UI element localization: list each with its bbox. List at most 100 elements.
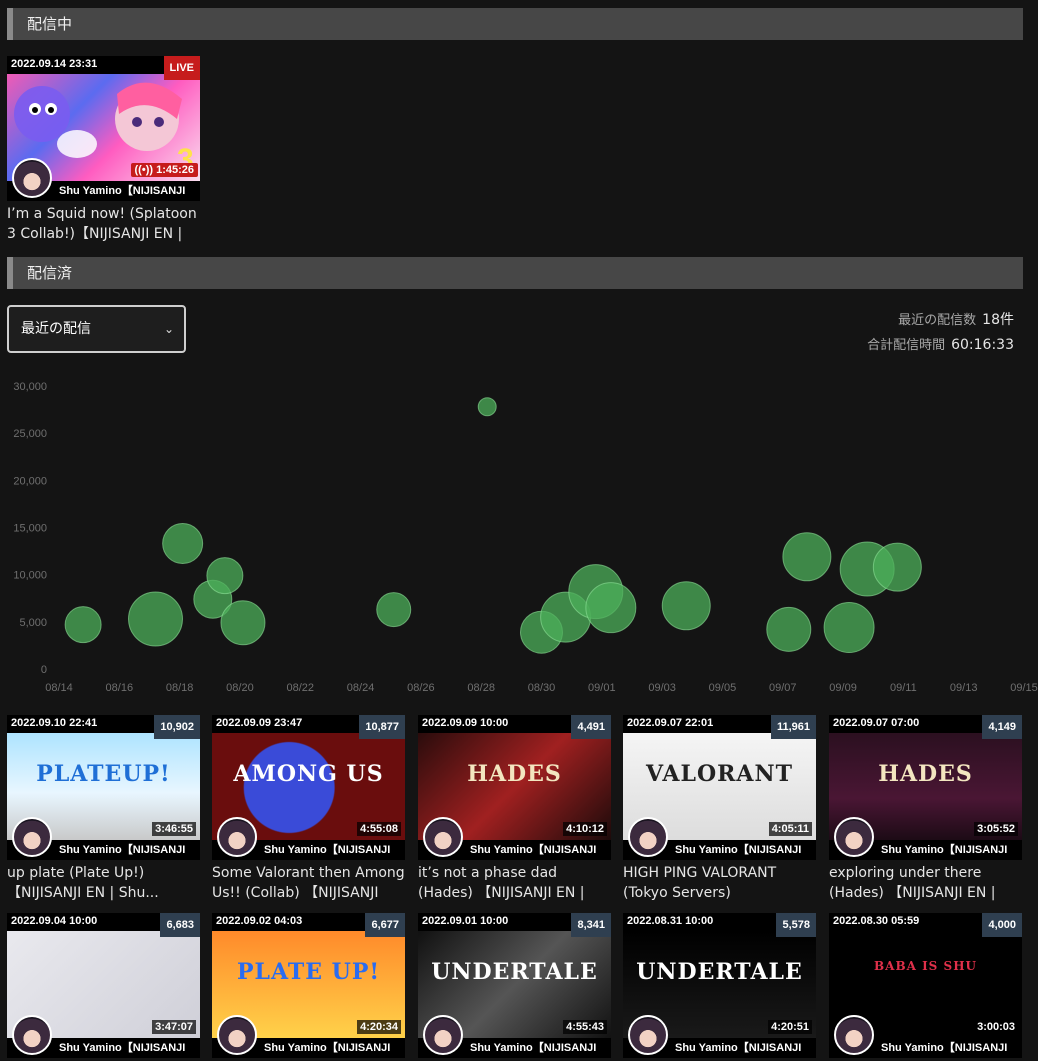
channel-name[interactable]: Shu Yamino【NIJISANJI (59, 841, 199, 857)
stream-bubble[interactable] (823, 601, 875, 653)
video-card[interactable]: HADES 2022.09.09 10:00 4,491 4:10:12 Shu… (418, 715, 611, 903)
video-date: 2022.09.09 23:47 (216, 717, 303, 729)
recent-count-value: 18件 (982, 312, 1014, 328)
x-tick-label: 09/15 (1010, 682, 1038, 694)
video-title[interactable]: up plate (Plate Up!) 【NIJISANJI EN | Shu… (7, 863, 200, 903)
stream-bubble[interactable] (206, 557, 244, 595)
video-duration: 3:47:07 (152, 1020, 196, 1034)
channel-name[interactable]: Shu Yamino【NIJISANJI (881, 841, 1021, 857)
video-date: 2022.09.10 22:41 (11, 717, 98, 729)
stream-date: 2022.09.14 23:31 (11, 58, 98, 70)
x-tick-label: 09/13 (950, 682, 978, 694)
video-thumbnail[interactable]: UNDERTALE 2022.08.31 10:00 5,578 4:20:51… (623, 913, 816, 1058)
y-tick-label: 25,000 (13, 428, 47, 440)
video-thumbnail[interactable]: BABA IS SHU 2022.08.30 05:59 4,000 3:00:… (829, 913, 1022, 1058)
stream-bubble[interactable] (661, 581, 711, 631)
channel-name[interactable]: Shu Yamino【NIJISANJI (881, 1039, 1021, 1055)
x-tick-label: 08/20 (226, 682, 254, 694)
channel-avatar[interactable] (12, 158, 52, 198)
channel-avatar[interactable] (628, 817, 668, 857)
video-thumbnail[interactable]: PLATEUP! 2022.09.10 22:41 10,902 3:46:55… (7, 715, 200, 860)
x-tick-label: 08/14 (45, 682, 73, 694)
video-date: 2022.08.30 05:59 (833, 915, 920, 927)
channel-avatar[interactable] (12, 817, 52, 857)
video-card[interactable]: BABA IS SHU 2022.08.30 05:59 4,000 3:00:… (829, 913, 1022, 1058)
channel-name[interactable]: Shu Yamino【NIJISANJI (470, 1039, 610, 1055)
sort-select[interactable]: 最近の配信 ⌄ (7, 305, 186, 353)
video-thumbnail[interactable]: HADES 2022.09.09 10:00 4,491 4:10:12 Shu… (418, 715, 611, 860)
stream-bubble[interactable] (64, 606, 102, 644)
video-card[interactable]: HADES 2022.09.07 07:00 4,149 3:05:52 Shu… (829, 715, 1022, 903)
stream-bubble[interactable] (782, 532, 832, 582)
view-count-badge: 4,149 (982, 715, 1022, 739)
video-thumbnail[interactable]: VALORANT 2022.09.07 22:01 11,961 4:05:11… (623, 715, 816, 860)
video-card[interactable]: PLATEUP! 2022.09.10 22:41 10,902 3:46:55… (7, 715, 200, 903)
video-card[interactable]: VALORANT 2022.09.07 22:01 11,961 4:05:11… (623, 715, 816, 903)
video-date: 2022.08.31 10:00 (627, 915, 714, 927)
stream-bubble[interactable] (220, 600, 266, 646)
video-thumbnail[interactable]: PLATE UP! 2022.09.02 04:03 6,677 4:20:34… (212, 913, 405, 1058)
x-tick-label: 09/09 (829, 682, 857, 694)
video-title[interactable]: exploring under there (Hades) 【NIJISANJI… (829, 863, 1022, 903)
y-tick-label: 30,000 (13, 381, 47, 393)
video-title[interactable]: it’s not a phase dad (Hades) 【NIJISANJI … (418, 863, 611, 903)
stream-bubble[interactable] (766, 606, 812, 652)
channel-avatar[interactable] (628, 1015, 668, 1055)
x-tick-label: 08/26 (407, 682, 435, 694)
channel-avatar[interactable] (217, 817, 257, 857)
live-stream-thumbnail[interactable]: 3 2022.09.14 23:31 LIVE ((•)) 1:45:26 Sh… (7, 56, 200, 201)
channel-name[interactable]: Shu Yamino【NIJISANJI (675, 841, 815, 857)
x-tick-label: 09/11 (890, 682, 917, 694)
recent-count-row: 最近の配信数 18件 (867, 308, 1014, 333)
channel-avatar[interactable] (12, 1015, 52, 1055)
video-duration: 4:10:12 (563, 822, 607, 836)
video-thumbnail[interactable]: HADES 2022.09.07 07:00 4,149 3:05:52 Shu… (829, 715, 1022, 860)
view-count-badge: 4,000 (982, 913, 1022, 937)
stream-bubble[interactable] (162, 523, 204, 565)
video-duration: 4:20:51 (768, 1020, 812, 1034)
stream-bubble[interactable] (477, 397, 497, 417)
video-card[interactable]: 2022.09.04 10:00 6,683 3:47:07 Shu Yamin… (7, 913, 200, 1058)
live-section-title: 配信中 (27, 15, 73, 33)
x-tick-label: 08/24 (347, 682, 375, 694)
video-thumbnail[interactable]: AMONG US 2022.09.09 23:47 10,877 4:55:08… (212, 715, 405, 860)
x-tick-label: 09/03 (648, 682, 676, 694)
video-title[interactable]: HIGH PING VALORANT (Tokyo Servers) (623, 863, 816, 903)
channel-name[interactable]: Shu Yamino【NIJISANJI (675, 1039, 815, 1055)
video-duration: 3:00:03 (974, 1020, 1018, 1034)
channel-name[interactable]: Shu Yamino【NIJISANJI (470, 841, 610, 857)
channel-avatar[interactable] (834, 1015, 874, 1055)
channel-avatar[interactable] (423, 817, 463, 857)
video-duration: 4:20:34 (357, 1020, 401, 1034)
video-card[interactable]: UNDERTALE 2022.08.31 10:00 5,578 4:20:51… (623, 913, 816, 1058)
video-thumbnail[interactable]: 2022.09.04 10:00 6,683 3:47:07 Shu Yamin… (7, 913, 200, 1058)
y-tick-label: 0 (41, 664, 47, 676)
sort-select-value: 最近の配信 (21, 321, 91, 337)
stream-bubble[interactable] (872, 542, 922, 592)
thumbnail-art-text: PLATEUP! (36, 761, 171, 787)
stream-bubble[interactable] (128, 591, 183, 647)
video-duration: 4:05:11 (768, 822, 812, 836)
live-stream-title[interactable]: I’m a Squid now! (Splatoon 3 Collab!)【NI… (7, 204, 200, 244)
channel-name[interactable]: Shu Yamino【NIJISANJI (59, 182, 199, 198)
video-card[interactable]: UNDERTALE 2022.09.01 10:00 8,341 4:55:43… (418, 913, 611, 1058)
stream-bubble[interactable] (585, 582, 637, 634)
y-tick-label: 20,000 (13, 475, 47, 487)
thumbnail-art-text: BABA IS SHU (873, 959, 977, 973)
x-tick-label: 09/05 (709, 682, 737, 694)
live-badge: LIVE (163, 56, 200, 80)
channel-avatar[interactable] (423, 1015, 463, 1055)
video-title[interactable]: Some Valorant then Among Us!! (Collab) 【… (212, 863, 405, 903)
channel-name[interactable]: Shu Yamino【NIJISANJI (264, 841, 404, 857)
stream-bubble[interactable] (376, 592, 412, 628)
video-card[interactable]: PLATE UP! 2022.09.02 04:03 6,677 4:20:34… (212, 913, 405, 1058)
channel-avatar[interactable] (217, 1015, 257, 1055)
channel-name[interactable]: Shu Yamino【NIJISANJI (59, 1039, 199, 1055)
view-count-badge: 10,877 (359, 715, 405, 739)
live-stream-card[interactable]: 3 2022.09.14 23:31 LIVE ((•)) 1:45:26 Sh… (7, 56, 200, 244)
channel-avatar[interactable] (834, 817, 874, 857)
video-thumbnail[interactable]: UNDERTALE 2022.09.01 10:00 8,341 4:55:43… (418, 913, 611, 1058)
channel-name[interactable]: Shu Yamino【NIJISANJI (264, 1039, 404, 1055)
video-card[interactable]: AMONG US 2022.09.09 23:47 10,877 4:55:08… (212, 715, 405, 903)
view-count-badge: 6,677 (365, 913, 405, 937)
